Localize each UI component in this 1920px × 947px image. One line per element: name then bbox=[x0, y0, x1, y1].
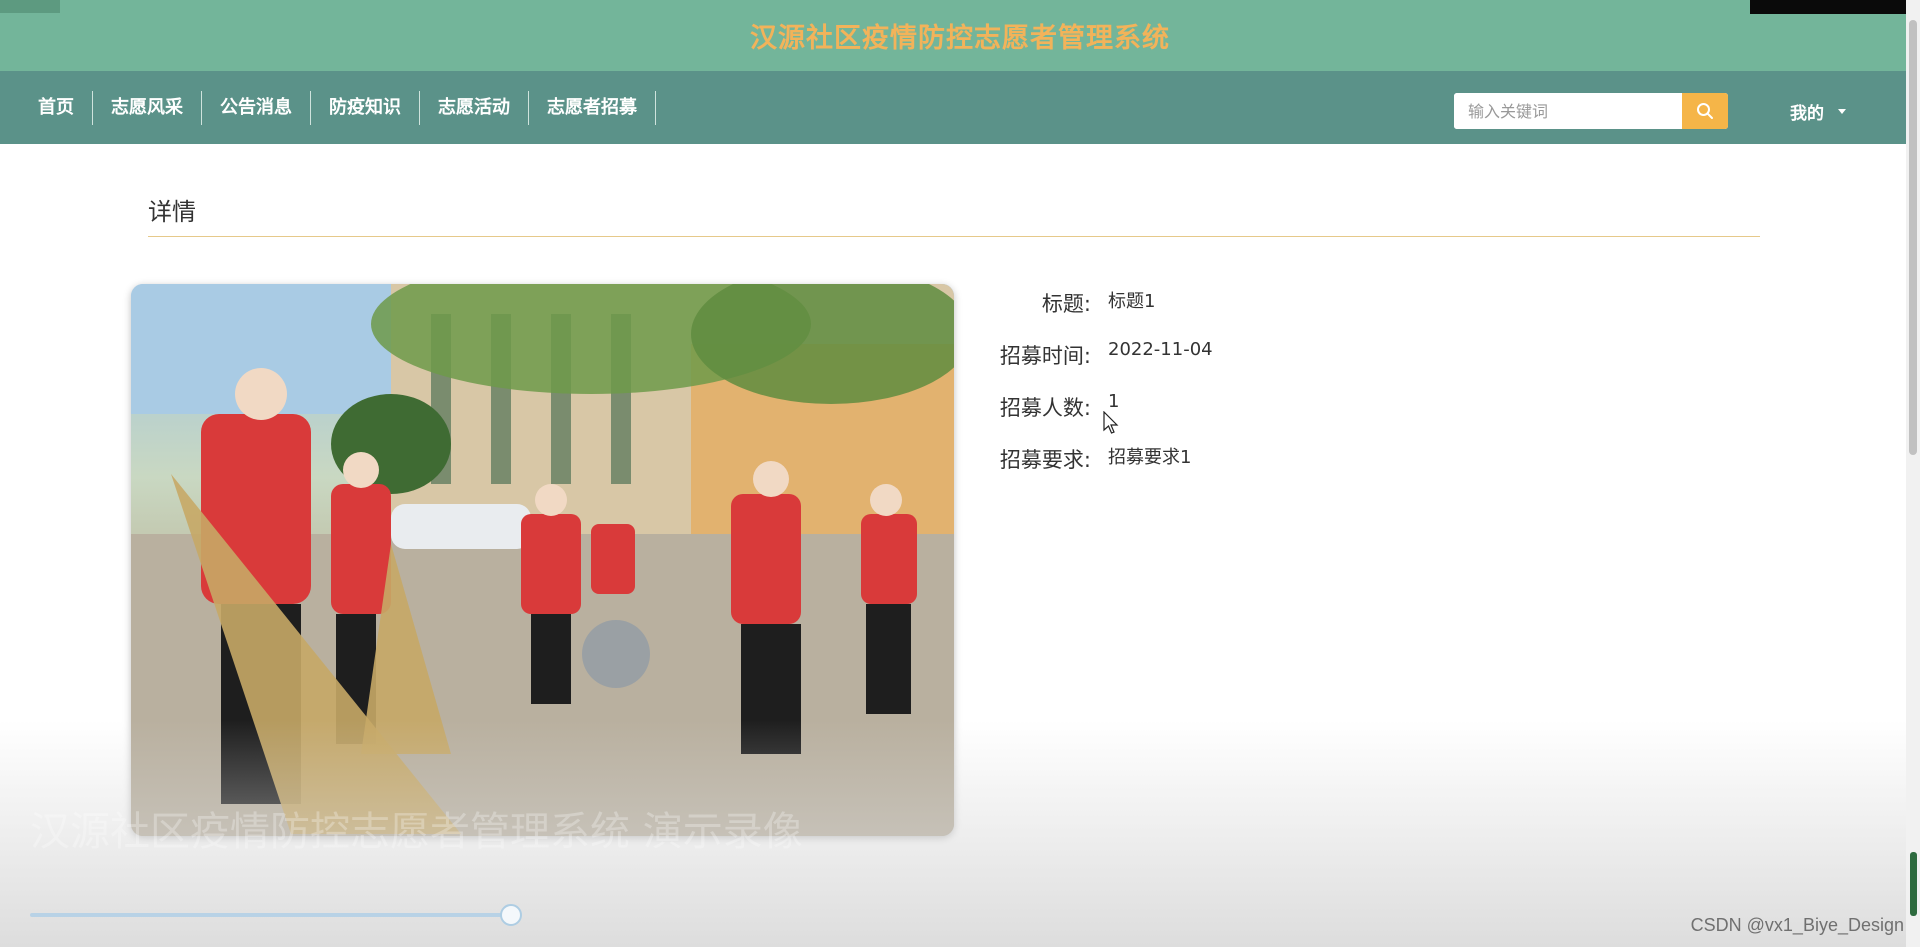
window-corner bbox=[1750, 0, 1920, 14]
scrollbar-thumb[interactable] bbox=[1909, 20, 1917, 455]
video-progress-handle[interactable] bbox=[500, 904, 522, 926]
nav-item-prevention-knowledge[interactable]: 防疫知识 bbox=[311, 91, 420, 125]
user-menu[interactable]: 我的 bbox=[1790, 99, 1846, 124]
top-banner: 汉源社区疫情防控志愿者管理系统 bbox=[0, 0, 1920, 71]
detail-label: 招募人数: bbox=[999, 396, 1091, 420]
detail-row-recruit-count: 招募人数: 1 bbox=[960, 386, 1460, 438]
detail-list: 标题: 标题1 招募时间: 2022-11-04 招募人数: 1 招募要求: 招… bbox=[960, 282, 1460, 490]
credit-text: CSDN @vx1_Biye_Design bbox=[1690, 915, 1904, 935]
nav-item-volunteer-activities[interactable]: 志愿活动 bbox=[420, 91, 529, 125]
nav-item-home[interactable]: 首页 bbox=[20, 91, 93, 125]
section-header: 详情 bbox=[148, 192, 1760, 237]
nav-menu: 首页 志愿风采 公告消息 防疫知识 志愿活动 志愿者招募 bbox=[20, 91, 656, 125]
detail-row-requirements: 招募要求: 招募要求1 bbox=[960, 438, 1460, 490]
user-menu-label: 我的 bbox=[1790, 104, 1824, 124]
section-title: 详情 bbox=[148, 198, 196, 226]
detail-label: 招募时间: bbox=[999, 344, 1091, 368]
nav-item-volunteer-recruitment[interactable]: 志愿者招募 bbox=[529, 91, 656, 125]
mouse-cursor-icon bbox=[1103, 411, 1119, 434]
detail-value: 招募要求1 bbox=[1108, 447, 1192, 468]
site-title: 汉源社区疫情防控志愿者管理系统 bbox=[750, 23, 1170, 54]
nav-item-announcements[interactable]: 公告消息 bbox=[202, 91, 311, 125]
scroll-indicator bbox=[1910, 852, 1917, 916]
search-button[interactable] bbox=[1682, 93, 1728, 129]
nav-item-volunteer-showcase[interactable]: 志愿风采 bbox=[93, 91, 202, 125]
banner-corner bbox=[0, 0, 60, 13]
caret-down-icon bbox=[1838, 109, 1846, 114]
navbar: 首页 志愿风采 公告消息 防疫知识 志愿活动 志愿者招募 我的 bbox=[0, 71, 1920, 144]
search-icon bbox=[1697, 103, 1713, 119]
search-input[interactable] bbox=[1454, 93, 1682, 129]
detail-label: 招募要求: bbox=[999, 448, 1091, 472]
recruitment-photo bbox=[131, 284, 954, 836]
detail-row-recruit-time: 招募时间: 2022-11-04 bbox=[960, 334, 1460, 386]
search-box bbox=[1454, 93, 1728, 129]
volunteers-sweeping-image bbox=[131, 284, 954, 836]
detail-label: 标题: bbox=[1041, 292, 1091, 316]
detail-value: 标题1 bbox=[1108, 291, 1156, 312]
video-watermark: 汉源社区疫情防控志愿者管理系统 演示录像 bbox=[30, 809, 803, 855]
detail-value: 2022-11-04 bbox=[1108, 339, 1213, 360]
detail-value: 1 bbox=[1108, 391, 1120, 412]
detail-row-title: 标题: 标题1 bbox=[960, 282, 1460, 334]
video-progress-track[interactable] bbox=[30, 913, 512, 917]
